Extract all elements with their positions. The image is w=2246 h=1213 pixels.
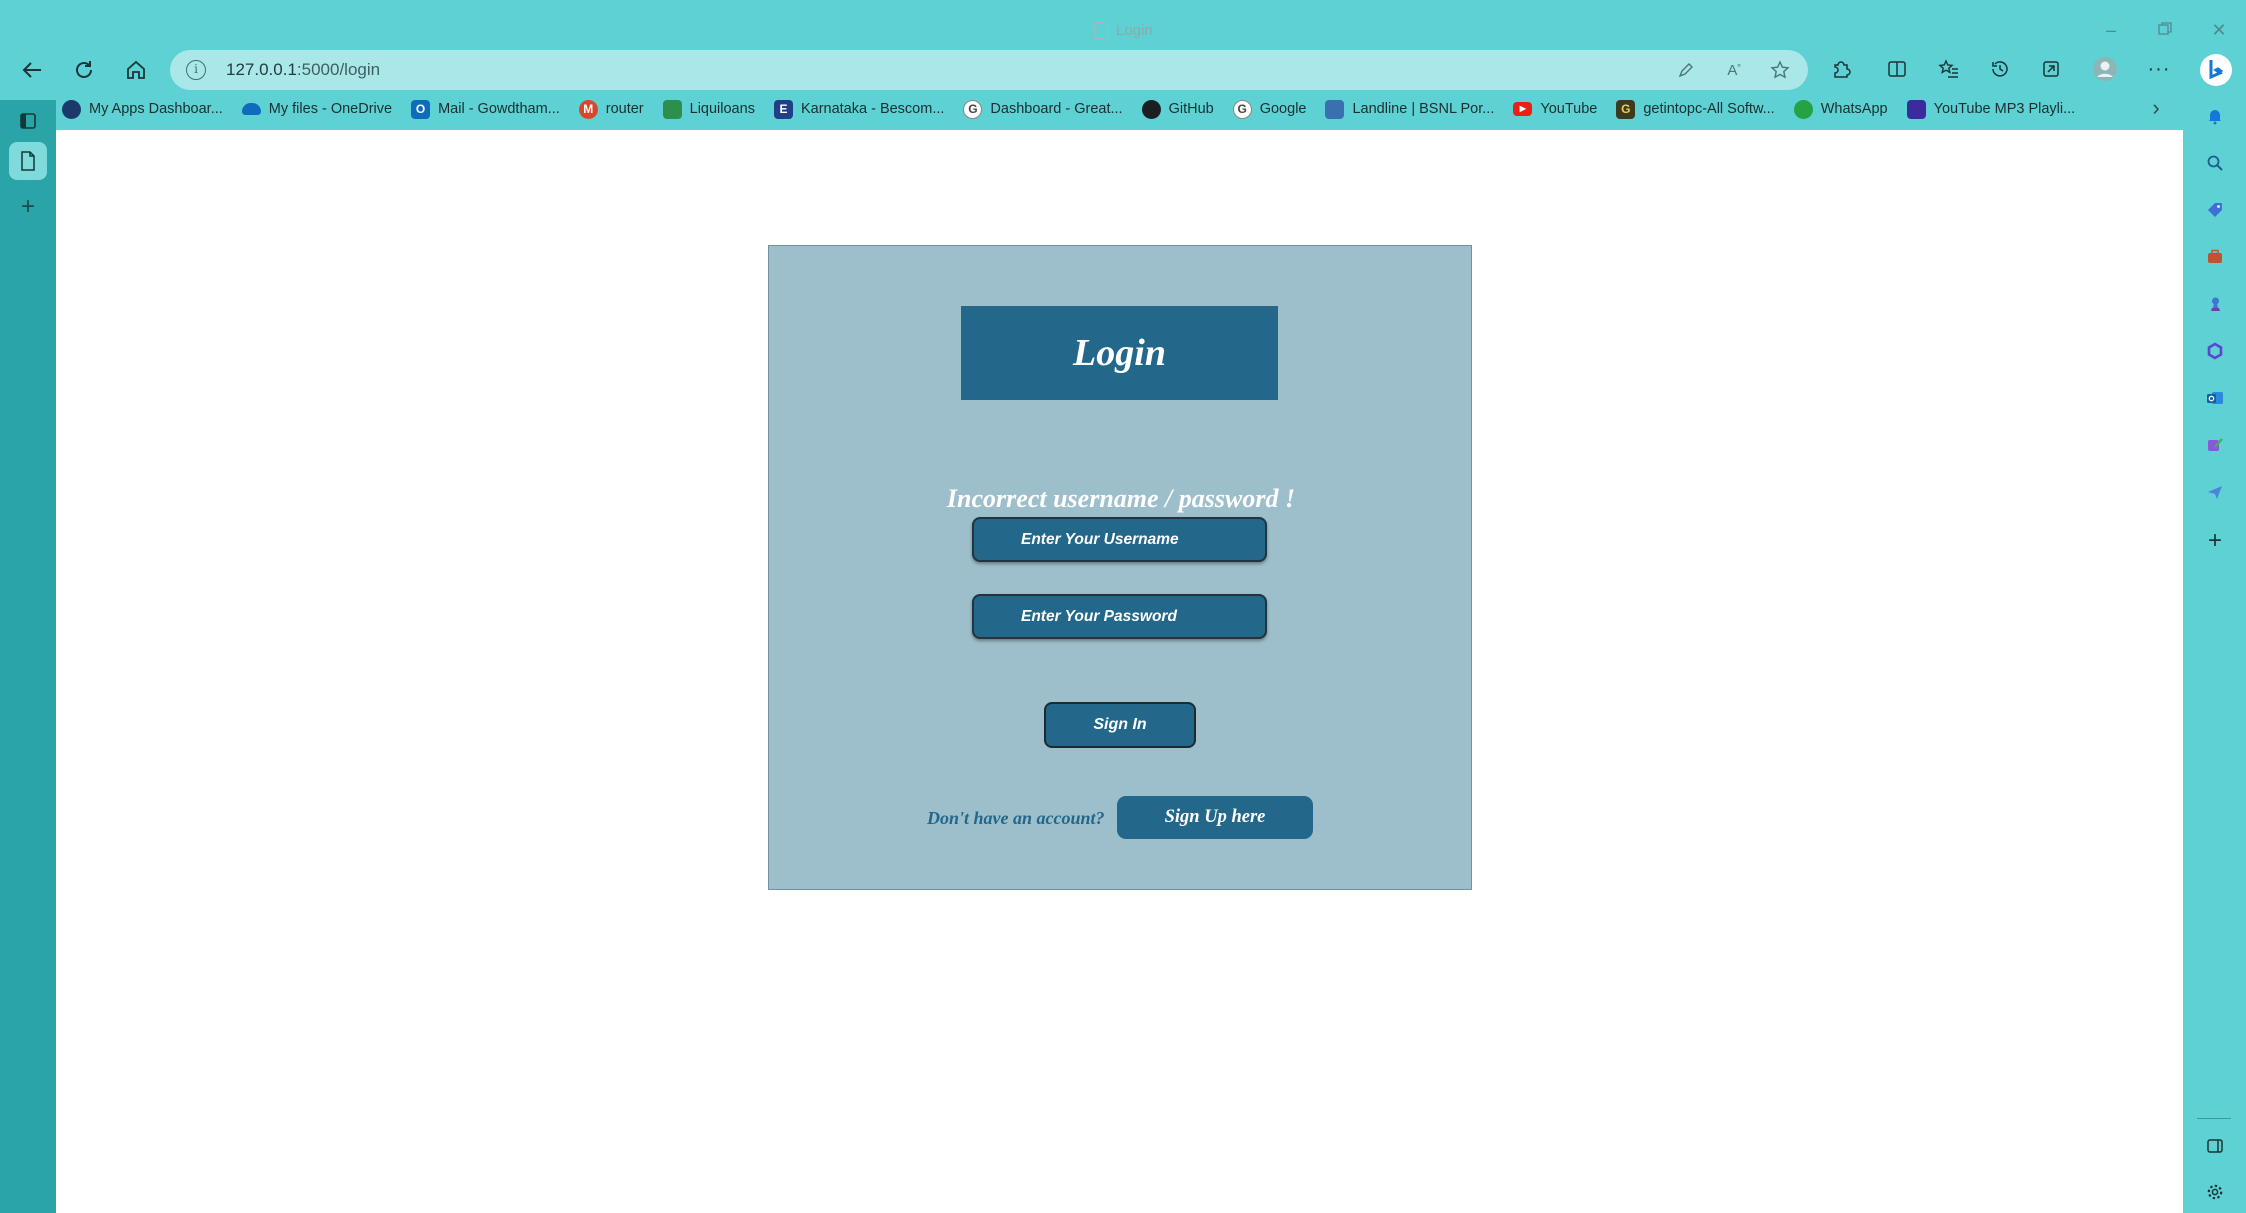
profile-avatar-icon[interactable] [2088,52,2122,86]
shopping-tag-icon[interactable] [2199,194,2231,226]
bookmark-item[interactable]: Mrouter [578,99,644,119]
github-icon [1141,99,1161,119]
bookmarks-overflow-chevron-icon[interactable]: › [2144,96,2168,120]
hide-sidebar-icon[interactable] [2199,1130,2231,1162]
bookmarks-bar: My Apps Dashboar... My files - OneDrive … [62,94,2094,124]
bookmark-item[interactable]: ▶ YouTube [1513,101,1597,117]
notifications-bell-icon[interactable] [2199,100,2231,132]
search-icon[interactable] [2199,147,2231,179]
router-icon: M [578,99,598,119]
youtube-icon: ▶ [1513,102,1533,116]
bookmark-item[interactable]: E Karnataka - Bescom... [773,99,944,119]
back-button[interactable] [14,52,50,88]
history-icon[interactable] [1983,52,2017,86]
extensions-icon[interactable] [1824,52,1858,86]
bookmark-item[interactable]: WhatsApp [1793,99,1888,119]
favorite-star-icon[interactable] [1768,58,1792,82]
bookmark-item[interactable]: Ggetintopc-All Softw... [1616,99,1775,119]
url-text[interactable]: 127.0.0.1:5000/login [226,60,380,80]
browser-window: Login – ✕ i 127.0.0.1:5000/login Aⁿ ··· … [0,0,2246,1213]
bookmark-item[interactable]: O Mail - Gowdtham... [411,99,560,119]
sign-up-button[interactable]: Sign Up here [1117,796,1313,839]
pen-icon[interactable] [1674,58,1698,82]
login-heading: Login [961,306,1278,400]
sign-in-button[interactable]: Sign In [1044,702,1196,748]
send-to-devices-icon[interactable] [2199,476,2231,508]
sidebar-divider [2197,1118,2231,1119]
url-host: 127.0.0.1 [226,60,297,79]
home-button[interactable] [118,52,154,88]
title-bar: Login – ✕ [0,8,2246,48]
tools-briefcase-icon[interactable] [2199,241,2231,273]
favorites-icon[interactable] [1932,52,1966,86]
bsnl-icon [1325,99,1345,119]
onedrive-icon [241,103,261,115]
outlook-icon: O [411,99,431,119]
window-title: Login [1094,20,1153,40]
bookmark-item[interactable]: YouTube MP3 Playli... [1906,99,2075,119]
address-bar[interactable]: i 127.0.0.1:5000/login Aⁿ [170,50,1808,90]
getintopc-icon: G [1616,99,1636,119]
google-icon: G [1232,99,1252,119]
bookmark-item[interactable]: Liquiloans [662,99,755,119]
games-chess-icon[interactable] [2199,288,2231,320]
add-sidebar-app-plus-icon[interactable]: + [2199,525,2231,557]
new-tab-plus-icon[interactable]: + [9,188,47,226]
read-aloud-icon[interactable]: Aⁿ [1722,58,1746,82]
tab-actions-icon[interactable] [9,102,47,140]
tab-login[interactable] [9,142,47,180]
page-viewport: Login Incorrect username / password ! Si… [56,130,2183,1213]
edge-sidebar: + [2183,50,2246,1213]
error-message: Incorrect username / password ! [946,484,1296,513]
web-capture-icon[interactable] [2034,52,2068,86]
site-info-icon[interactable]: i [186,60,206,80]
vertical-tabs-strip: + [0,100,56,1213]
liquiloans-icon [662,99,682,119]
outlook-icon[interactable] [2199,382,2231,414]
minimize-button[interactable]: – [2096,18,2126,42]
more-menu-icon[interactable]: ··· [2142,52,2176,86]
microsoft-365-icon[interactable] [2199,335,2231,367]
password-input[interactable] [972,594,1267,639]
url-path: :5000/login [296,60,381,79]
username-input[interactable] [972,517,1267,562]
no-account-text: Don't have an account? [927,808,1105,828]
sidebar-settings-gear-icon[interactable] [2199,1176,2231,1208]
bookmark-item[interactable]: My files - OneDrive [241,101,392,117]
bookmark-item[interactable]: Landline | BSNL Por... [1325,99,1494,119]
restore-button[interactable] [2150,18,2180,42]
bookmark-item[interactable]: GitHub [1141,99,1214,119]
bookmark-item[interactable]: G Google [1232,99,1306,119]
mp3-playlist-icon [1906,99,1926,119]
window-title-text: Login [1116,21,1153,39]
google-icon: G [963,99,983,119]
bescom-icon: E [773,99,793,119]
whatsapp-icon [1793,99,1813,119]
refresh-button[interactable] [66,52,102,88]
close-window-button[interactable]: ✕ [2204,18,2234,42]
bookmark-item[interactable]: My Apps Dashboar... [62,99,223,119]
document-icon [1094,21,1108,39]
split-screen-icon[interactable] [1880,52,1914,86]
login-card: Login Incorrect username / password ! Si… [768,245,1472,890]
my-apps-icon [62,99,81,119]
bookmark-item[interactable]: G Dashboard - Great... [963,99,1123,119]
drop-designer-icon[interactable] [2199,429,2231,461]
